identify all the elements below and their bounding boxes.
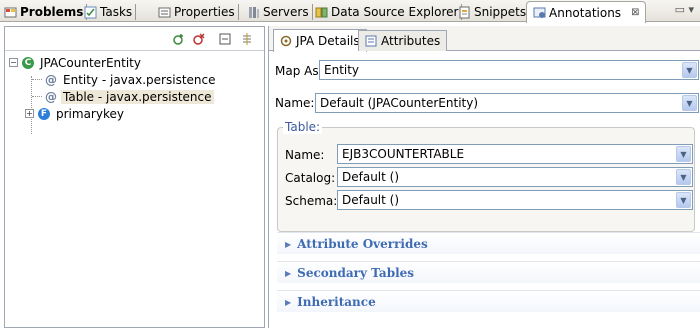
servers-icon <box>247 6 260 19</box>
tab-data-source-explorer[interactable]: Data Source Explorer <box>315 2 463 22</box>
view-menu-icon[interactable]: ▭ ▾ <box>675 3 694 16</box>
name-label: Name: <box>275 96 315 110</box>
tab-label: Attributes <box>381 34 441 48</box>
chevron-down-icon[interactable]: ▼ <box>676 169 691 185</box>
tab-tasks[interactable]: Tasks <box>84 2 137 22</box>
tab-label: Problems <box>20 5 84 19</box>
section-label: Attribute Overrides <box>297 236 428 251</box>
class-icon: C <box>22 56 34 69</box>
outline-panel: − C JPACounterEntity @ Entity - javax.pe… <box>4 26 265 328</box>
expand-icon[interactable]: + <box>25 109 34 118</box>
expand-arrow-icon: ▶ <box>285 238 292 249</box>
tree-node-entity[interactable]: @ Entity - javax.persistence <box>5 71 264 88</box>
snippets-icon <box>458 6 471 19</box>
table-group-title: Table: <box>283 120 323 134</box>
section-secondary-tables[interactable]: ▶ Secondary Tables <box>277 261 700 283</box>
section-inheritance[interactable]: ▶ Inheritance <box>277 290 700 312</box>
tab-annotations[interactable]: Annotations ⊠ <box>526 1 647 23</box>
data-source-icon <box>315 6 328 19</box>
collapse-icon[interactable]: − <box>9 58 18 67</box>
tree-node-jpacounterentity[interactable]: − C JPACounterEntity <box>5 54 264 71</box>
annotation-icon: @ <box>45 72 57 87</box>
details-panel: JPA Details Attributes Map As: Entity ▼ … <box>268 26 700 328</box>
map-as-label: Map As: <box>275 64 323 78</box>
tree-node-label: JPACounterEntity <box>40 55 141 70</box>
chevron-down-icon[interactable]: ▼ <box>682 95 697 111</box>
name-select[interactable]: Default (JPACounterEntity) ▼ <box>315 93 699 113</box>
name-value: Default (JPACounterEntity) <box>320 96 479 110</box>
tree-node-table[interactable]: @ Table - javax.persistence <box>5 88 264 105</box>
view-tab-bar: Problems Tasks Properties Servers Data S… <box>0 0 700 23</box>
tab-problems[interactable]: Problems <box>4 2 88 22</box>
schema-value: Default () <box>342 193 400 207</box>
tab-label: Snippets <box>474 5 527 19</box>
tab-label: Servers <box>263 5 309 19</box>
tab-label: Properties <box>174 5 235 19</box>
tree-node-label: Entity - javax.persistence <box>63 72 216 87</box>
tab-label: Annotations <box>549 5 622 20</box>
add-annotation-icon[interactable] <box>171 31 187 47</box>
tab-servers[interactable]: Servers <box>247 2 313 22</box>
attributes-icon <box>365 35 377 47</box>
tasks-icon <box>84 6 97 19</box>
problems-icon <box>4 6 17 19</box>
tree-node-label: primarykey <box>56 106 124 121</box>
map-as-select[interactable]: Entity ▼ <box>319 60 699 80</box>
outline-toolbar <box>5 27 264 51</box>
section-label: Inheritance <box>297 294 376 309</box>
section-attribute-overrides[interactable]: ▶ Attribute Overrides <box>277 232 700 254</box>
catalog-label: Catalog: <box>285 171 336 185</box>
map-as-value: Entity <box>324 63 360 77</box>
table-name-label: Name: <box>285 148 325 162</box>
close-icon[interactable]: ⊠ <box>631 7 639 18</box>
tab-label: Tasks <box>100 5 133 19</box>
table-name-select[interactable]: EJB3COUNTERTABLE ▼ <box>337 144 693 164</box>
properties-icon <box>158 6 171 19</box>
annotation-tree: − C JPACounterEntity @ Entity - javax.pe… <box>5 51 264 134</box>
schema-label: Schema: <box>285 194 338 208</box>
tab-label: Data Source Explorer <box>331 5 459 19</box>
chevron-down-icon[interactable]: ▼ <box>676 192 691 208</box>
annotations-icon <box>533 6 546 19</box>
tree-node-label: Table - javax.persistence <box>61 89 214 104</box>
expand-arrow-icon: ▶ <box>285 296 292 307</box>
tab-label: JPA Details <box>296 34 360 48</box>
tab-properties[interactable]: Properties <box>158 2 239 22</box>
details-tab-bar: JPA Details Attributes <box>269 26 700 52</box>
remove-annotation-icon[interactable] <box>191 31 207 47</box>
schema-select[interactable]: Default () ▼ <box>337 190 693 210</box>
table-name-value: EJB3COUNTERTABLE <box>342 147 465 161</box>
field-icon: F <box>38 107 50 120</box>
jpa-details-icon <box>280 35 292 47</box>
expand-arrow-icon: ▶ <box>285 267 292 278</box>
chevron-down-icon[interactable]: ▼ <box>682 62 697 78</box>
tab-attributes[interactable]: Attributes <box>358 30 448 51</box>
section-label: Secondary Tables <box>297 265 415 280</box>
chevron-down-icon[interactable]: ▼ <box>676 146 691 162</box>
tree-node-primarykey[interactable]: + F primarykey <box>5 105 264 122</box>
link-editor-icon[interactable] <box>239 31 255 47</box>
tab-snippets[interactable]: Snippets <box>458 2 531 22</box>
catalog-select[interactable]: Default () ▼ <box>337 167 693 187</box>
annotation-icon: @ <box>45 89 57 104</box>
collapse-all-icon[interactable] <box>217 31 233 47</box>
catalog-value: Default () <box>342 170 400 184</box>
tab-jpa-details[interactable]: JPA Details <box>273 29 367 52</box>
